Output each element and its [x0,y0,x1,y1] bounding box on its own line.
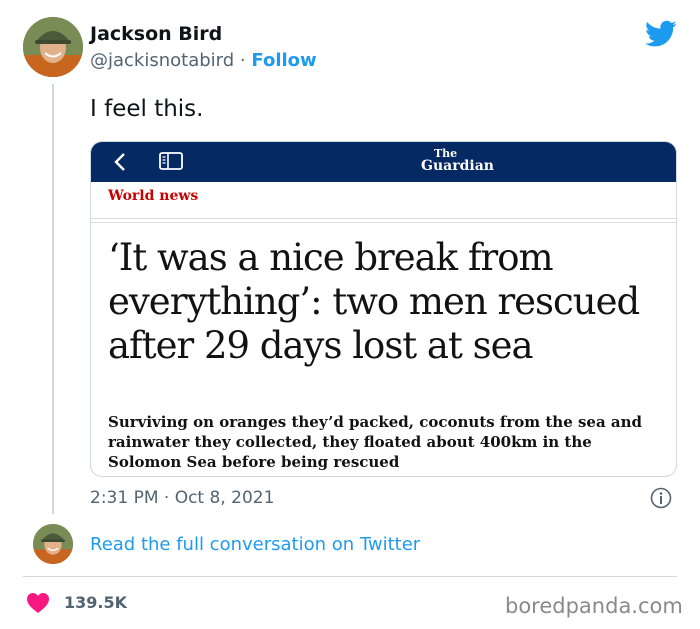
read-conversation-link[interactable]: Read the full conversation on Twitter [90,534,420,555]
footer-divider [23,576,677,577]
tweet-timestamp[interactable]: 2:31 PM · Oct 8, 2021 [90,488,274,508]
watermark: boredpanda.com [505,594,683,618]
footer-avatar-image [33,524,73,564]
author-avatar[interactable] [23,17,83,77]
follow-button[interactable]: Follow [251,50,316,71]
section-divider-2 [91,222,676,223]
twitter-bird-icon[interactable] [645,20,677,48]
tweet-text: I feel this. [90,96,204,122]
thread-line [52,84,54,514]
info-icon[interactable] [650,487,672,509]
article-headline: ‘It was a nice break from everything’: t… [108,236,640,367]
author-handle-row: @jackisnotabird · Follow [90,50,317,71]
article-image-card[interactable]: The Guardian World news ‘It was a nice b… [90,141,677,477]
section-label: World news [108,188,199,204]
guardian-logo-bottom: Guardian [421,158,494,174]
back-chevron-icon[interactable] [113,152,127,172]
heart-icon[interactable] [26,592,50,614]
section-divider [91,218,676,219]
footer-avatar[interactable] [33,524,73,564]
author-name[interactable]: Jackson Bird [90,23,222,45]
article-standfirst: Surviving on oranges they’d packed, coco… [108,413,643,471]
like-count[interactable]: 139.5K [64,593,127,612]
guardian-logo: The Guardian [421,148,501,174]
guardian-nav-bar: The Guardian [91,142,676,182]
avatar-image [23,17,83,77]
author-handle[interactable]: @jackisnotabird [90,50,234,71]
reader-mode-icon[interactable] [159,152,183,170]
handle-separator: · [239,50,246,71]
